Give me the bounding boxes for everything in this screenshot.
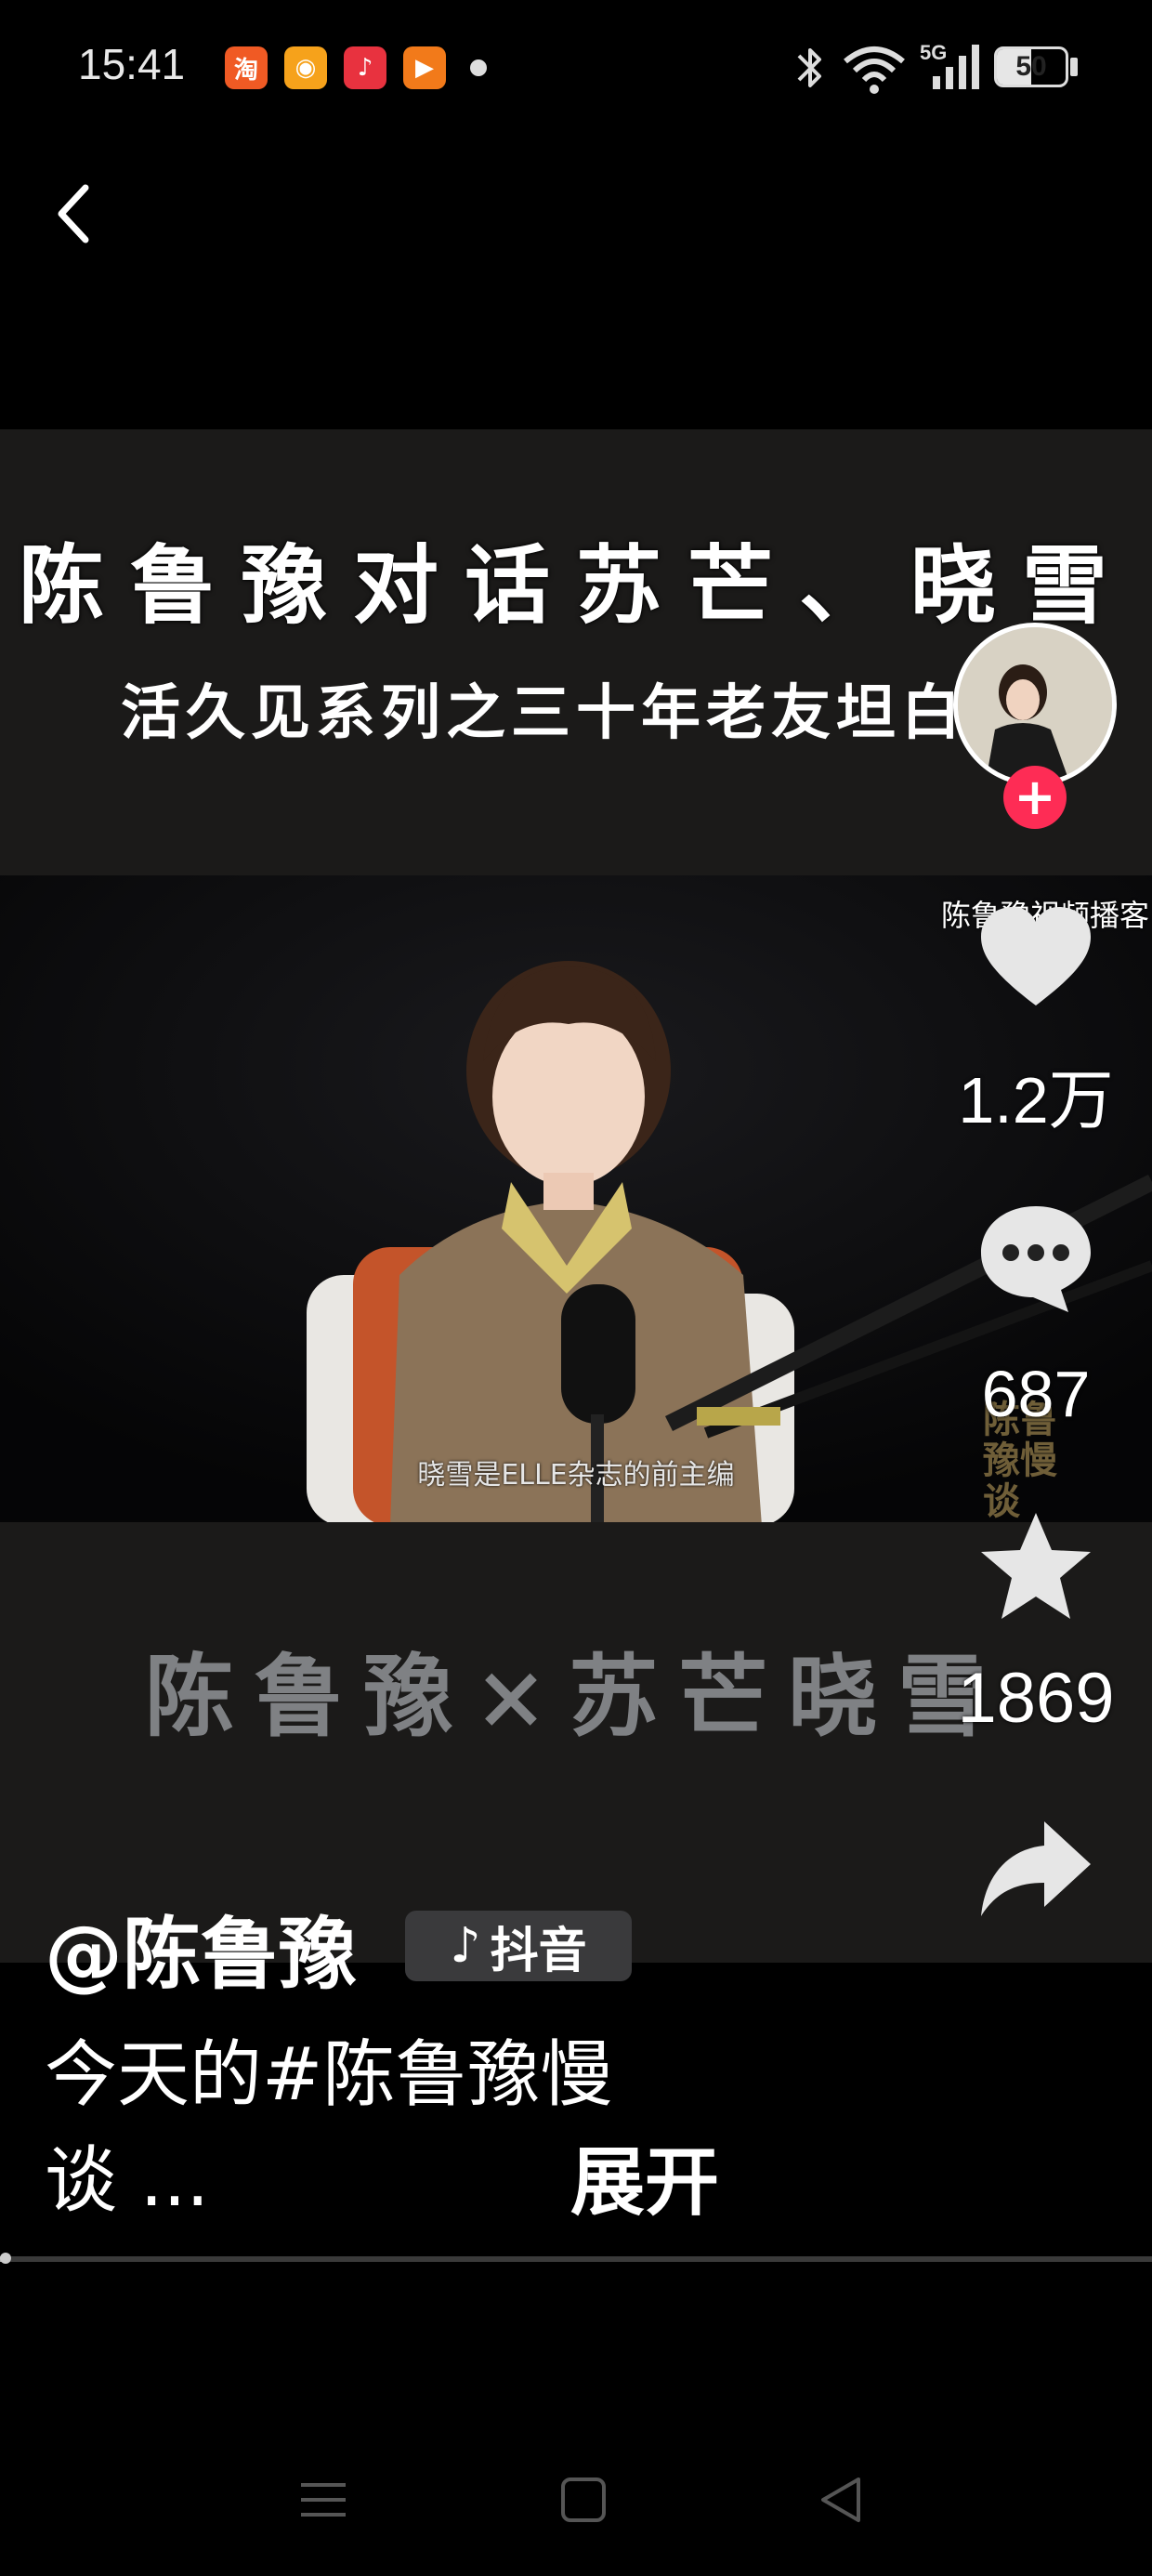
douyin-logo-icon: ♪ — [450, 1918, 481, 1974]
follow-button[interactable]: + — [1003, 766, 1067, 829]
back-button[interactable] — [37, 167, 111, 260]
favorite-count: 1869 — [957, 1659, 1115, 1738]
battery-tip — [1070, 58, 1078, 76]
douyin-app-icon: ♪ — [344, 46, 386, 89]
bluetooth-icon — [797, 48, 821, 87]
signal-icon — [933, 45, 979, 89]
comment-icon[interactable] — [975, 1199, 1096, 1320]
status-time: 15:41 — [78, 40, 186, 88]
like-heart-icon[interactable] — [975, 901, 1096, 1022]
wifi-icon — [844, 46, 905, 94]
post-caption-line2[interactable]: 谈 ... — [45, 2123, 209, 2227]
menu-icon[interactable] — [295, 2472, 351, 2528]
home-icon[interactable] — [556, 2472, 611, 2528]
comment-count: 687 — [981, 1358, 1091, 1430]
video-progress-knob[interactable] — [0, 2253, 12, 2264]
avatar-image — [958, 627, 1112, 782]
platform-badge: ♪ 抖音 — [405, 1911, 632, 1981]
video-caption-text: 晓雪是ELLE杂志的前主编 — [417, 1459, 735, 1492]
favorite-star-icon[interactable] — [975, 1507, 1096, 1628]
more-notifications-dot — [470, 59, 487, 76]
author-name-link[interactable]: @陈鲁豫 — [45, 1892, 357, 2004]
platform-label: 抖音 — [490, 1923, 587, 1979]
taobao-app-icon: 淘 — [225, 46, 268, 89]
like-count: 1.2万 — [958, 1064, 1114, 1137]
video-app-icon: ▶ — [403, 46, 446, 89]
video-progress-bar[interactable] — [0, 2256, 1152, 2262]
video-title: 陈鲁豫对话苏芒、晓雪 — [18, 535, 1133, 636]
battery-percent: 50 — [1015, 51, 1047, 82]
expand-caption-button[interactable]: 展开 — [570, 2123, 719, 2230]
share-icon[interactable] — [975, 1812, 1096, 1933]
author-avatar[interactable] — [953, 623, 1117, 786]
weibo-app-icon: ◉ — [284, 46, 327, 89]
post-caption-line1[interactable]: 今天的#陈鲁豫慢 — [45, 2017, 612, 2121]
back-nav-icon[interactable] — [814, 2472, 870, 2528]
battery-indicator: 50 — [994, 46, 1068, 87]
